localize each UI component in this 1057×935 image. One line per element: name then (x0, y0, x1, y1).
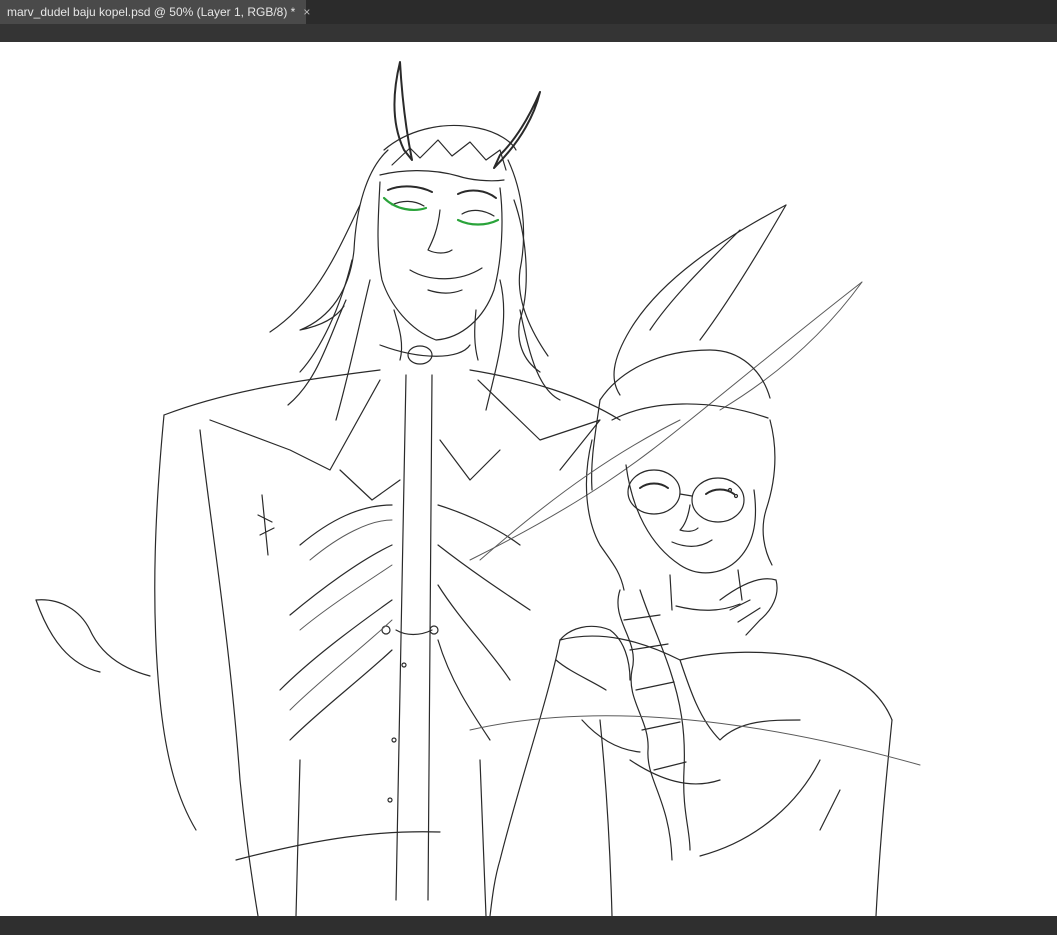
sketch-left-figure (35, 61, 621, 916)
status-bar (0, 916, 1057, 935)
document-canvas[interactable] (0, 42, 1057, 916)
photoshop-window: marv_dudel baju kopel.psd @ 50% (Layer 1… (0, 0, 1057, 935)
document-tab[interactable]: marv_dudel baju kopel.psd @ 50% (Layer 1… (0, 0, 310, 24)
document-tab-title[interactable]: marv_dudel baju kopel.psd @ 50% (Layer 1… (7, 5, 295, 19)
document-tab-bar: marv_dudel baju kopel.psd @ 50% (Layer 1… (0, 0, 1057, 24)
sketch-artwork (35, 61, 921, 916)
sketch-right-figure (469, 204, 921, 916)
ruler-strip (0, 24, 1057, 42)
close-icon[interactable]: × (303, 6, 310, 18)
